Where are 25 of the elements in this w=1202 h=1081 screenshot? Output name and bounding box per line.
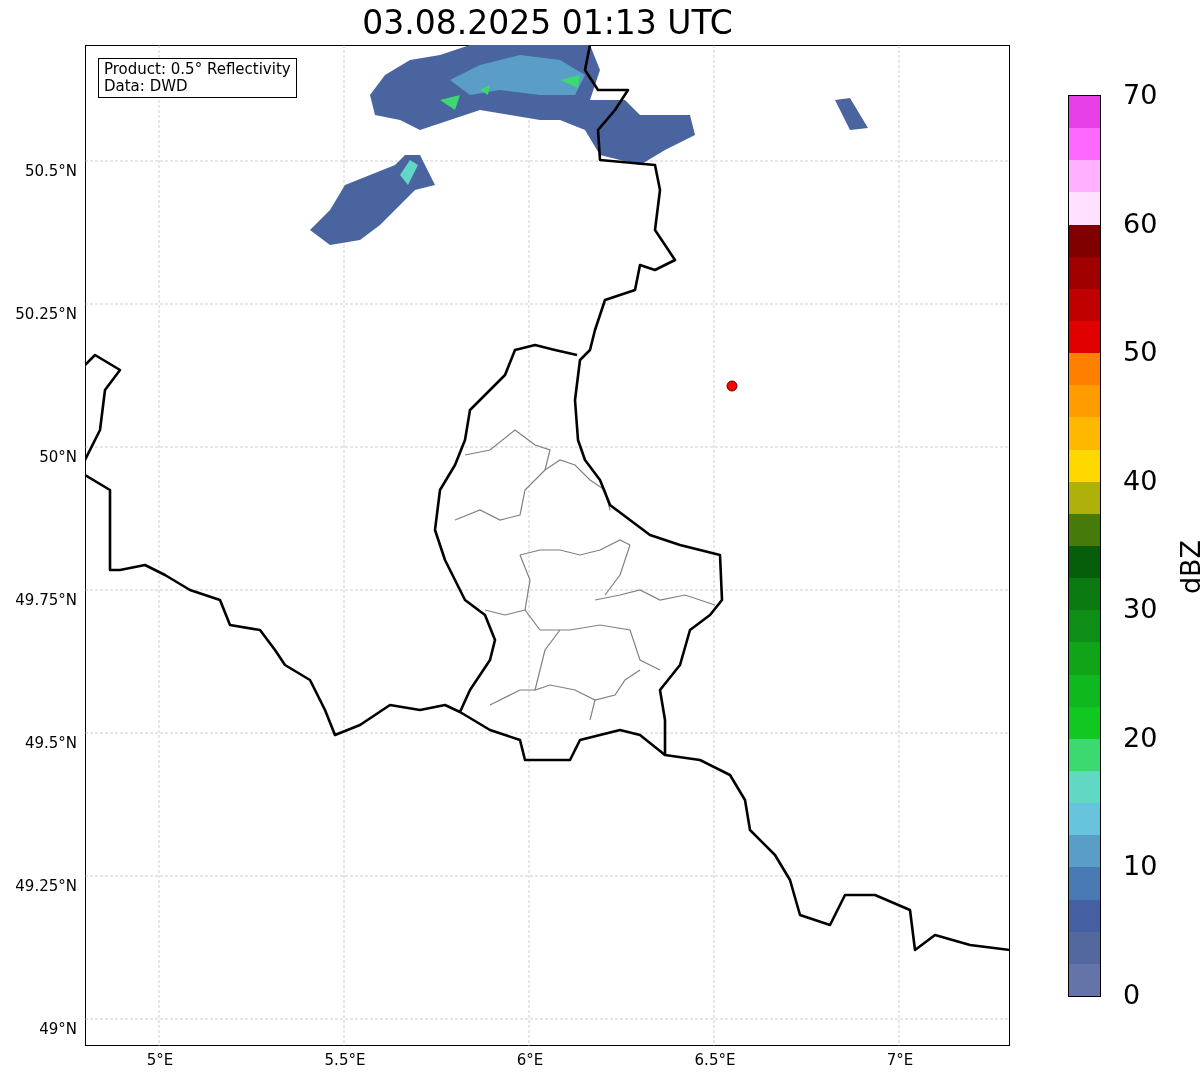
axis-tick-label: 50.5°N — [24, 162, 77, 180]
chart-title: 03.08.2025 01:13 UTC — [362, 3, 733, 44]
legend-text: Product: 0.5° Reflectivity — [104, 61, 291, 78]
axis-tick-label: 5.5°E — [324, 1051, 366, 1069]
axis-tick-label: 6.5°E — [694, 1051, 736, 1069]
colorbar-tick-label: 30 — [1123, 592, 1158, 627]
axis-tick-label: 5°E — [146, 1051, 174, 1069]
colorbar-tick-label: 10 — [1123, 849, 1158, 884]
colorbar-tick-label: 20 — [1123, 720, 1158, 755]
location-marker — [726, 380, 738, 392]
colorbar-tick-label: 50 — [1123, 335, 1158, 370]
colorbar-tick-label: 70 — [1123, 78, 1158, 112]
axis-tick-label: 6°E — [516, 1051, 544, 1069]
axis-tick-label: 49.25°N — [15, 877, 77, 895]
axis-tick-label: 50.25°N — [15, 305, 77, 323]
axis-tick-label: 50°N — [39, 448, 77, 466]
axis-tick-label: 49.5°N — [24, 734, 77, 752]
colorbar-tick-label: 40 — [1123, 463, 1158, 498]
legend-text: Data: DWD — [104, 78, 189, 95]
axis-tick-label: 49.75°N — [15, 591, 77, 609]
colorbar-tick-label: 0 — [1123, 978, 1141, 1012]
axis-tick-label: 49°N — [39, 1020, 77, 1038]
colorbar-label: dBZ — [1174, 539, 1202, 595]
axis-tick-label: 7°E — [886, 1051, 914, 1069]
colorbar-tick-label: 60 — [1123, 206, 1158, 241]
